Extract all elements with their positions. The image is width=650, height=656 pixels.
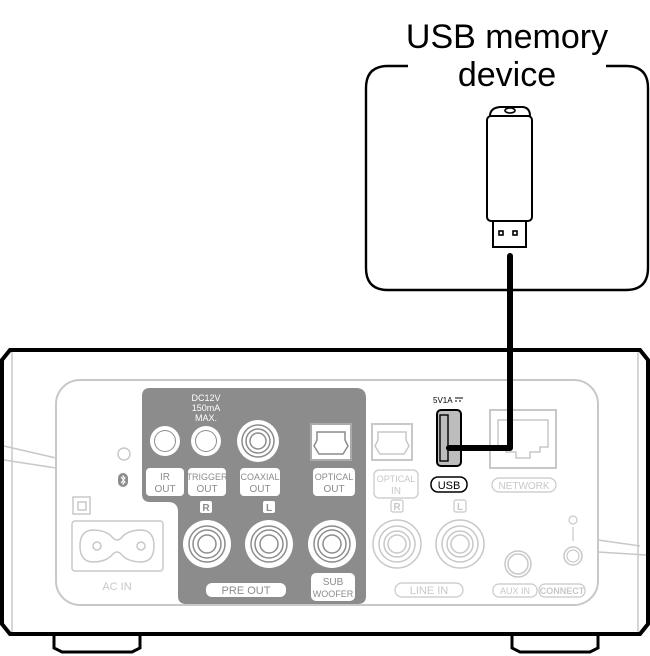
coaxial-out-label: OUT <box>249 484 270 495</box>
device-rear-panel: DC12V 150mA MAX. IR OUT TRIGGER OUT COAX… <box>0 348 650 654</box>
line-r-badge: R <box>393 502 401 513</box>
ac-in-label: AC IN <box>102 581 131 593</box>
pre-out-r-jack[interactable] <box>183 520 231 568</box>
pre-out-label: PRE OUT <box>222 585 271 597</box>
channel-r-badge: R <box>202 503 210 514</box>
trigger-out-label: OUT <box>196 484 217 495</box>
connect-label: CONNECT <box>540 586 585 596</box>
line-in-l-jack[interactable] <box>435 519 485 569</box>
status-led-icon <box>117 447 131 461</box>
pre-out-l-jack[interactable] <box>245 520 293 568</box>
coaxial-out-label: COAXIAL <box>240 472 279 482</box>
optical-in-port[interactable] <box>371 423 413 461</box>
dc-spec-text: 150mA <box>192 403 221 413</box>
channel-l-badge: L <box>266 503 272 514</box>
optical-out-label: OPTICAL <box>315 472 354 482</box>
optical-out-label: OUT <box>323 484 344 495</box>
usb-port[interactable] <box>436 409 462 467</box>
trigger-out-label: TRIGGER <box>186 472 228 482</box>
subwoofer-label: SUB <box>323 577 344 588</box>
aux-in-label: AUX IN <box>500 586 530 596</box>
network-label: NETWORK <box>498 481 549 492</box>
usb-device-callout: USB memory device <box>364 18 650 292</box>
optical-in-label: IN <box>391 486 401 497</box>
coaxial-out-jack[interactable] <box>237 420 279 462</box>
dc-spec-text: MAX. <box>195 413 217 423</box>
line-in-label: LINE IN <box>410 585 449 597</box>
aux-in-jack[interactable] <box>504 550 532 578</box>
connect-led-icon <box>568 515 578 525</box>
usb-rating-text: 5V1A <box>433 396 453 405</box>
ir-out-label: IR <box>160 472 170 483</box>
dc-spec-text: DC12V <box>191 393 220 403</box>
ir-out-jack[interactable] <box>150 426 180 456</box>
connect-button[interactable] <box>563 546 583 566</box>
callout-title-line2: device <box>458 56 556 94</box>
usb-label: USB <box>438 480 461 492</box>
line-l-badge: L <box>457 502 463 513</box>
line-in-r-jack[interactable] <box>372 519 422 569</box>
optical-out-port[interactable] <box>310 423 352 461</box>
ir-out-label: OUT <box>154 484 175 495</box>
network-port[interactable] <box>489 409 557 469</box>
bluetooth-icon <box>118 473 128 487</box>
ac-in-socket[interactable] <box>71 520 164 572</box>
subwoofer-jack[interactable] <box>308 520 356 568</box>
callout-title-line1: USB memory <box>406 18 608 56</box>
usb-stick-icon <box>486 106 533 248</box>
optical-in-label: OPTICAL <box>377 474 416 484</box>
trigger-out-jack[interactable] <box>191 426 221 456</box>
usb-connection-diagram: USB memory device DC12V 150mA MAX. IR OU… <box>0 18 650 654</box>
subwoofer-label: WOOFER <box>313 589 354 599</box>
